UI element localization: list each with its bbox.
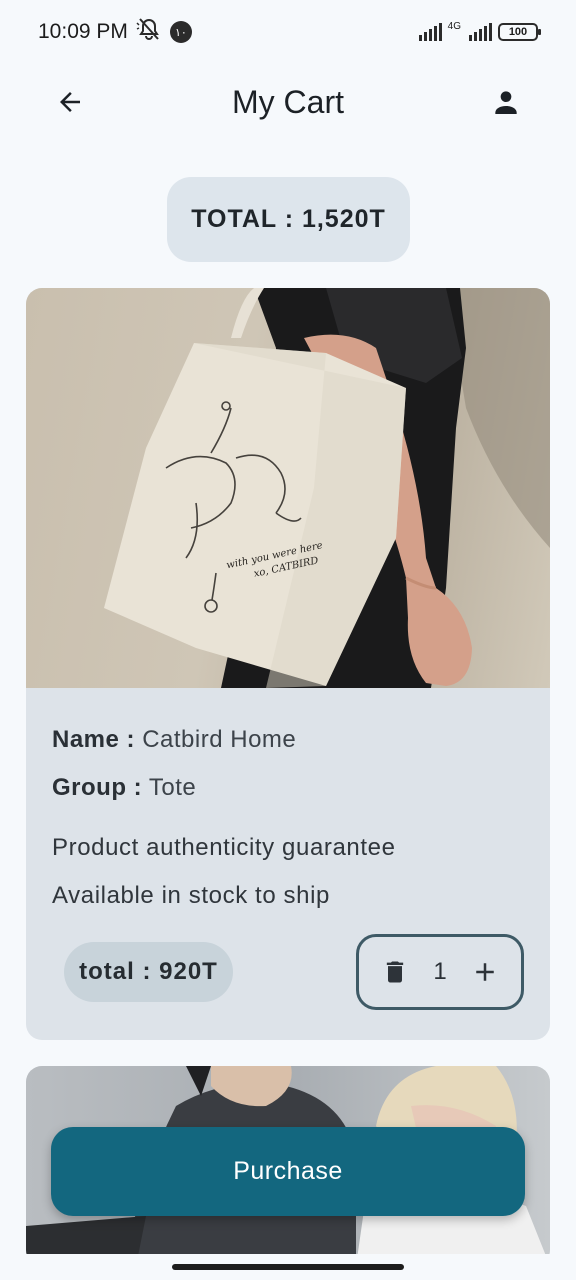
authenticity-text: Product authenticity guarantee	[52, 834, 396, 861]
purchase-button[interactable]: Purchase	[51, 1127, 525, 1216]
product-name: Catbird Home	[142, 726, 297, 753]
app-header: My Cart	[0, 64, 576, 140]
stock-text: Available in stock to ship	[52, 882, 330, 909]
item-subtotal-badge: total : 920T	[64, 942, 233, 1002]
tote-bag-photo: with you were here xo, CATBIRD	[104, 288, 550, 688]
signal-icon	[418, 23, 442, 41]
arrow-left-icon	[60, 92, 80, 112]
card-footer: total : 920T 1	[26, 934, 550, 1014]
trash-icon	[386, 961, 404, 983]
status-time: 10:09 PM	[38, 20, 128, 43]
product-image: with you were here xo, CATBIRD	[26, 288, 550, 688]
product-group-row: Group : Tote	[52, 764, 524, 812]
notification-badge: ١٠	[169, 21, 192, 43]
status-bar: 10:09 PM ١٠ 4G 100	[0, 0, 576, 64]
battery-icon: 100	[498, 23, 541, 41]
cart-total-badge: TOTAL : 1,520T	[167, 177, 410, 262]
signal-icon-2	[469, 23, 492, 41]
group-label: Group :	[52, 774, 143, 801]
page-title: My Cart	[232, 83, 344, 120]
cart-item-card: with you were here xo, CATBIRD Name : Ca…	[26, 288, 550, 1040]
person-icon	[495, 91, 517, 114]
gesture-nav-handle[interactable]	[172, 1264, 404, 1270]
quantity-stepper: 1	[356, 934, 524, 1010]
network-label: 4G	[447, 21, 461, 32]
product-group: Tote	[148, 774, 197, 801]
product-name-row: Name : Catbird Home	[52, 716, 524, 764]
product-details: Name : Catbird Home Group : Tote Product…	[26, 688, 550, 920]
profile-button[interactable]	[486, 82, 526, 122]
plus-icon	[476, 963, 494, 981]
delete-button[interactable]	[379, 956, 411, 988]
back-button[interactable]	[50, 82, 90, 122]
mute-bell-icon	[136, 17, 162, 47]
increment-button[interactable]	[469, 956, 501, 988]
quantity-value: 1	[433, 958, 447, 985]
name-label: Name :	[52, 726, 136, 753]
